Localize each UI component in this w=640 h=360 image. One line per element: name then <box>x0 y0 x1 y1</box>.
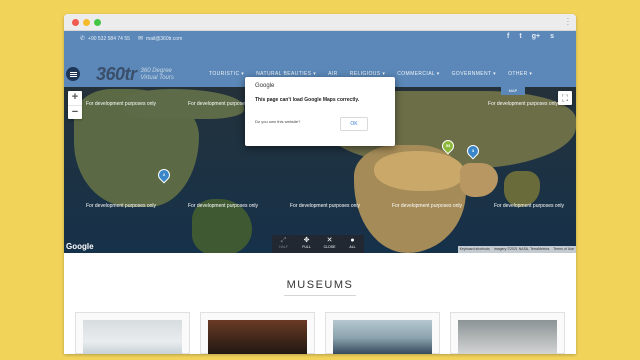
dev-watermark: For development purposes only <box>488 101 559 107</box>
keyboard-shortcuts-link[interactable]: Keyboard shortcuts <box>460 246 490 253</box>
map-attribution: Keyboard shortcuts Imagery ©2021 NASA, T… <box>457 246 576 253</box>
hamburger-icon <box>69 71 77 77</box>
zoom-in-button[interactable]: + <box>68 91 82 105</box>
nav-commercial[interactable]: COMMERCIAL ▾ <box>397 71 439 77</box>
nav-government[interactable]: GOVERNMENT ▾ <box>452 71 496 77</box>
imagery-credit: Imagery ©2021 NASA, TerraMetrics <box>493 247 550 251</box>
half-label: HALF <box>279 245 288 249</box>
twitter-icon[interactable]: t <box>519 33 521 40</box>
marker-count: 3 <box>471 148 475 153</box>
museum-card[interactable] <box>75 312 190 354</box>
email-link[interactable]: ✉ mail@360tr.com <box>138 35 183 43</box>
dev-watermark: For development purposes only <box>86 101 157 107</box>
social-links: f t g+ s <box>507 33 554 40</box>
dev-watermark: For development purposes only <box>86 203 157 209</box>
terms-link[interactable]: Terms of Use <box>553 246 574 253</box>
site-logo[interactable]: 360tr 360 Degree Virtual Tours <box>96 64 174 85</box>
kebab-menu-icon[interactable]: · · · <box>566 15 570 29</box>
arabia-landmass <box>460 163 498 197</box>
google-plus-icon[interactable]: g+ <box>532 33 540 40</box>
museum-card[interactable] <box>325 312 440 354</box>
contact-bar: ✆ +90 532 584 74 55 ✉ mail@360tr.com f t… <box>64 31 576 46</box>
museum-photo <box>333 320 432 354</box>
zoom-out-button[interactable]: − <box>68 105 82 119</box>
map-pin-icon: ● <box>350 237 355 244</box>
dialog-title: Google <box>255 83 275 89</box>
half-view-button[interactable]: ⤢ HALF <box>272 235 295 253</box>
browser-titlebar: · · · <box>64 14 576 31</box>
maps-error-dialog: Google This page can't load Google Maps … <box>245 77 395 146</box>
map-view-controls: ⤢ HALF ✥ FULL ✕ CLOSE ● ALL <box>272 235 364 253</box>
maximize-window-button[interactable] <box>94 19 101 26</box>
hamburger-menu-button[interactable] <box>66 67 80 81</box>
marker-count: 2 <box>162 172 166 177</box>
mail-icon: ✉ <box>138 36 144 42</box>
close-window-button[interactable] <box>72 19 79 26</box>
browser-window: · · · ✆ +90 532 584 74 55 ✉ mail@360tr.com… <box>64 14 576 354</box>
museum-photo <box>208 320 307 354</box>
google-logo: Google <box>66 242 94 251</box>
minimize-window-button[interactable] <box>83 19 90 26</box>
facebook-icon[interactable]: f <box>507 33 509 40</box>
logo-mark: 360tr <box>96 64 137 84</box>
logo-tagline-line1: 360 Degree <box>140 67 172 74</box>
museum-card[interactable] <box>200 312 315 354</box>
close-view-button[interactable]: ✕ CLOSE <box>318 235 341 253</box>
own-website-link[interactable]: Do you own this website? <box>255 119 300 124</box>
phone-icon: ✆ <box>80 36 86 42</box>
logo-tagline: 360 Degree Virtual Tours <box>141 68 174 82</box>
fullscreen-toggle[interactable]: ⛶ <box>558 91 572 105</box>
logo-tagline-line2: Virtual Tours <box>140 74 174 81</box>
section-title: MUSEUMS <box>286 279 354 291</box>
dialog-message: This page can't load Google Maps correct… <box>255 97 360 103</box>
fullscreen-icon: ⛶ <box>561 93 569 103</box>
nav-other[interactable]: OTHER ▾ <box>508 71 532 77</box>
sahara-landmass <box>374 151 464 191</box>
all-view-button[interactable]: ● ALL <box>341 235 364 253</box>
move-icon: ✥ <box>303 237 310 244</box>
email-address: mail@360tr.com <box>146 35 183 42</box>
skype-icon[interactable]: s <box>550 33 554 40</box>
map-tag[interactable]: MAP <box>501 87 525 95</box>
ok-button[interactable]: OK <box>340 117 368 131</box>
expand-icon: ⤢ <box>280 237 287 244</box>
phone-number: +90 532 584 74 55 <box>88 35 130 42</box>
museum-photo <box>458 320 557 354</box>
dev-watermark: For development purposes only <box>392 203 463 209</box>
close-icon: ✕ <box>326 237 333 244</box>
close-label: CLOSE <box>323 245 336 249</box>
title-divider <box>284 295 356 296</box>
all-label: ALL <box>349 245 356 249</box>
marker-count: 53 <box>445 143 451 148</box>
india-landmass <box>504 171 540 207</box>
dev-watermark: For development purposes only <box>494 203 565 209</box>
full-view-button[interactable]: ✥ FULL <box>295 235 318 253</box>
full-label: FULL <box>302 245 311 249</box>
museum-photo <box>83 320 182 354</box>
phone-link[interactable]: ✆ +90 532 584 74 55 <box>80 35 130 43</box>
dev-watermark: For development purposes only <box>290 203 361 209</box>
zoom-control: + − <box>68 91 82 119</box>
nav-touristic[interactable]: TOURISTIC ▾ <box>209 71 244 77</box>
museum-card[interactable] <box>450 312 565 354</box>
museums-section: MUSEUMS <box>64 253 576 354</box>
dev-watermark: For development purposes only <box>188 203 259 209</box>
